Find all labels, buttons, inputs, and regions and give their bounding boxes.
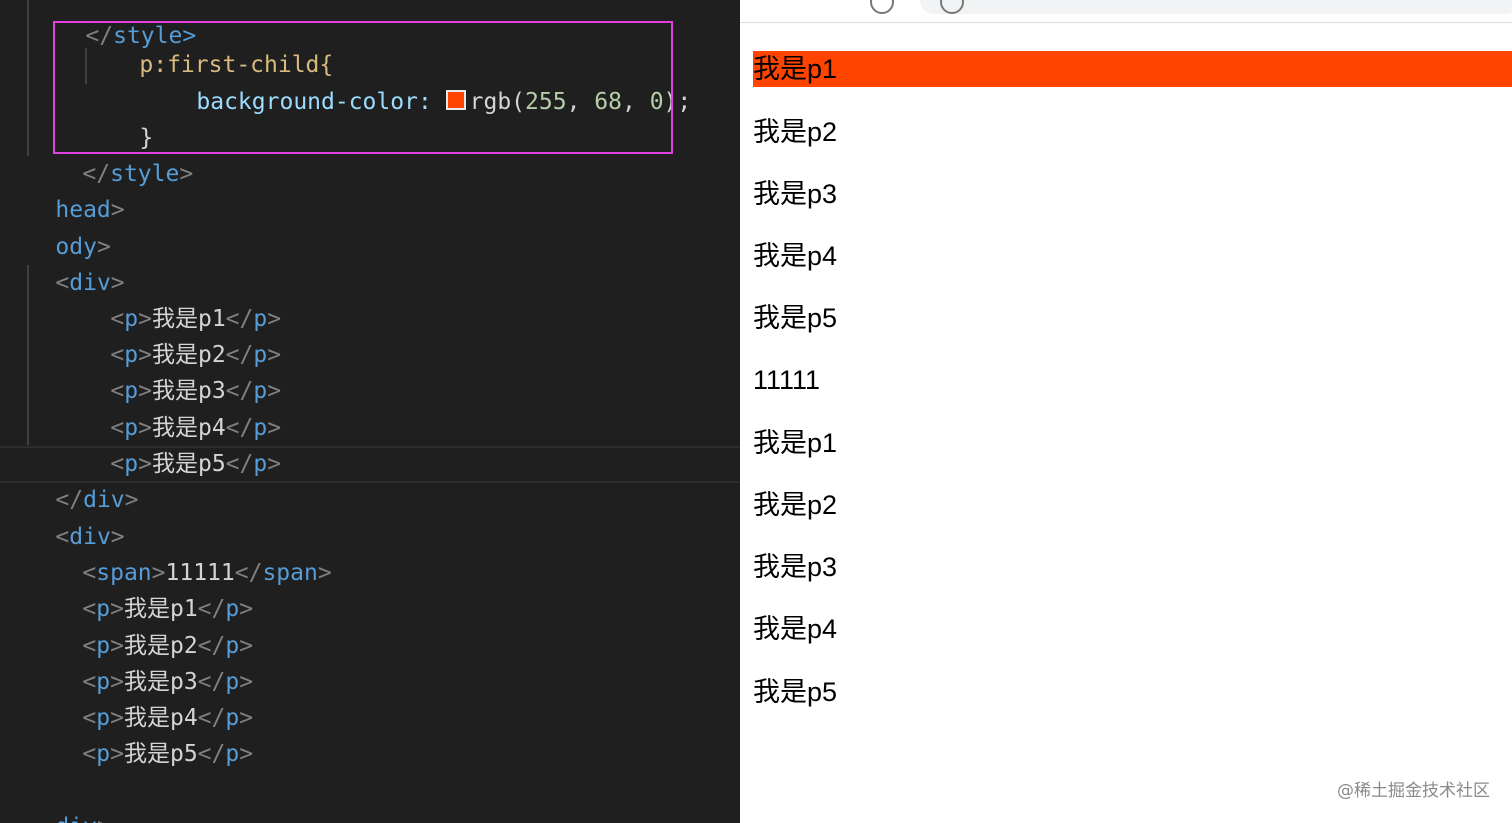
code-line: <p>我是p1</p> — [82, 596, 254, 622]
paragraph: 我是p4 — [753, 614, 838, 644]
code-line: div> — [0, 773, 110, 823]
code-line: <p>我是p4</p> — [82, 705, 254, 731]
browser-preview: 我是p1 我是p2 我是p3 我是p4 我是p5 11111 我是p1 我是p2… — [740, 0, 1512, 823]
code-text: 我是p5 — [123, 741, 198, 767]
address-bar[interactable] — [920, 0, 1512, 14]
code-text: 我是p5 — [151, 451, 226, 477]
code-line: <div> — [55, 524, 125, 550]
paragraph: 我是p3 — [753, 179, 838, 209]
code-line: head> — [55, 197, 125, 223]
code-line: <p>我是p4</p> — [110, 415, 282, 441]
code-token: div — [55, 814, 97, 823]
code-line: <span>11111</span> — [82, 560, 332, 586]
reload-icon[interactable] — [870, 0, 894, 14]
code-line: <p>我是p5</p> — [110, 451, 282, 477]
code-line: <p>我是p3</p> — [82, 669, 254, 695]
paragraph: 我是p3 — [753, 552, 838, 582]
watermark: @稀土掘金技术社区 — [1337, 781, 1490, 801]
code-line: </div> — [55, 487, 139, 513]
browser-toolbar — [740, 0, 1512, 23]
paragraph: 我是p4 — [753, 241, 838, 271]
code-line: <p>我是p1</p> — [110, 306, 282, 332]
code-editor[interactable]: </style> p:first-child{ background-color… — [0, 0, 740, 823]
code-line: <p>我是p2</p> — [82, 633, 254, 659]
paragraph-first-child: 我是p1 — [753, 51, 1512, 87]
paragraph: 我是p2 — [753, 117, 838, 147]
code-line: ody> — [55, 234, 111, 260]
code-line: <p>我是p2</p> — [110, 342, 282, 368]
paragraph: 我是p5 — [753, 677, 838, 707]
paragraph: 我是p1 — [753, 428, 838, 458]
code-line: <div> — [55, 270, 125, 296]
paragraph: 我是p5 — [753, 303, 838, 333]
annotation-highlight-box — [53, 21, 673, 154]
code-line: <p>我是p3</p> — [110, 378, 282, 404]
span-text: 11111 — [753, 365, 821, 395]
code-line: <p>我是p5</p> — [82, 741, 254, 767]
paragraph: 我是p2 — [753, 490, 838, 520]
